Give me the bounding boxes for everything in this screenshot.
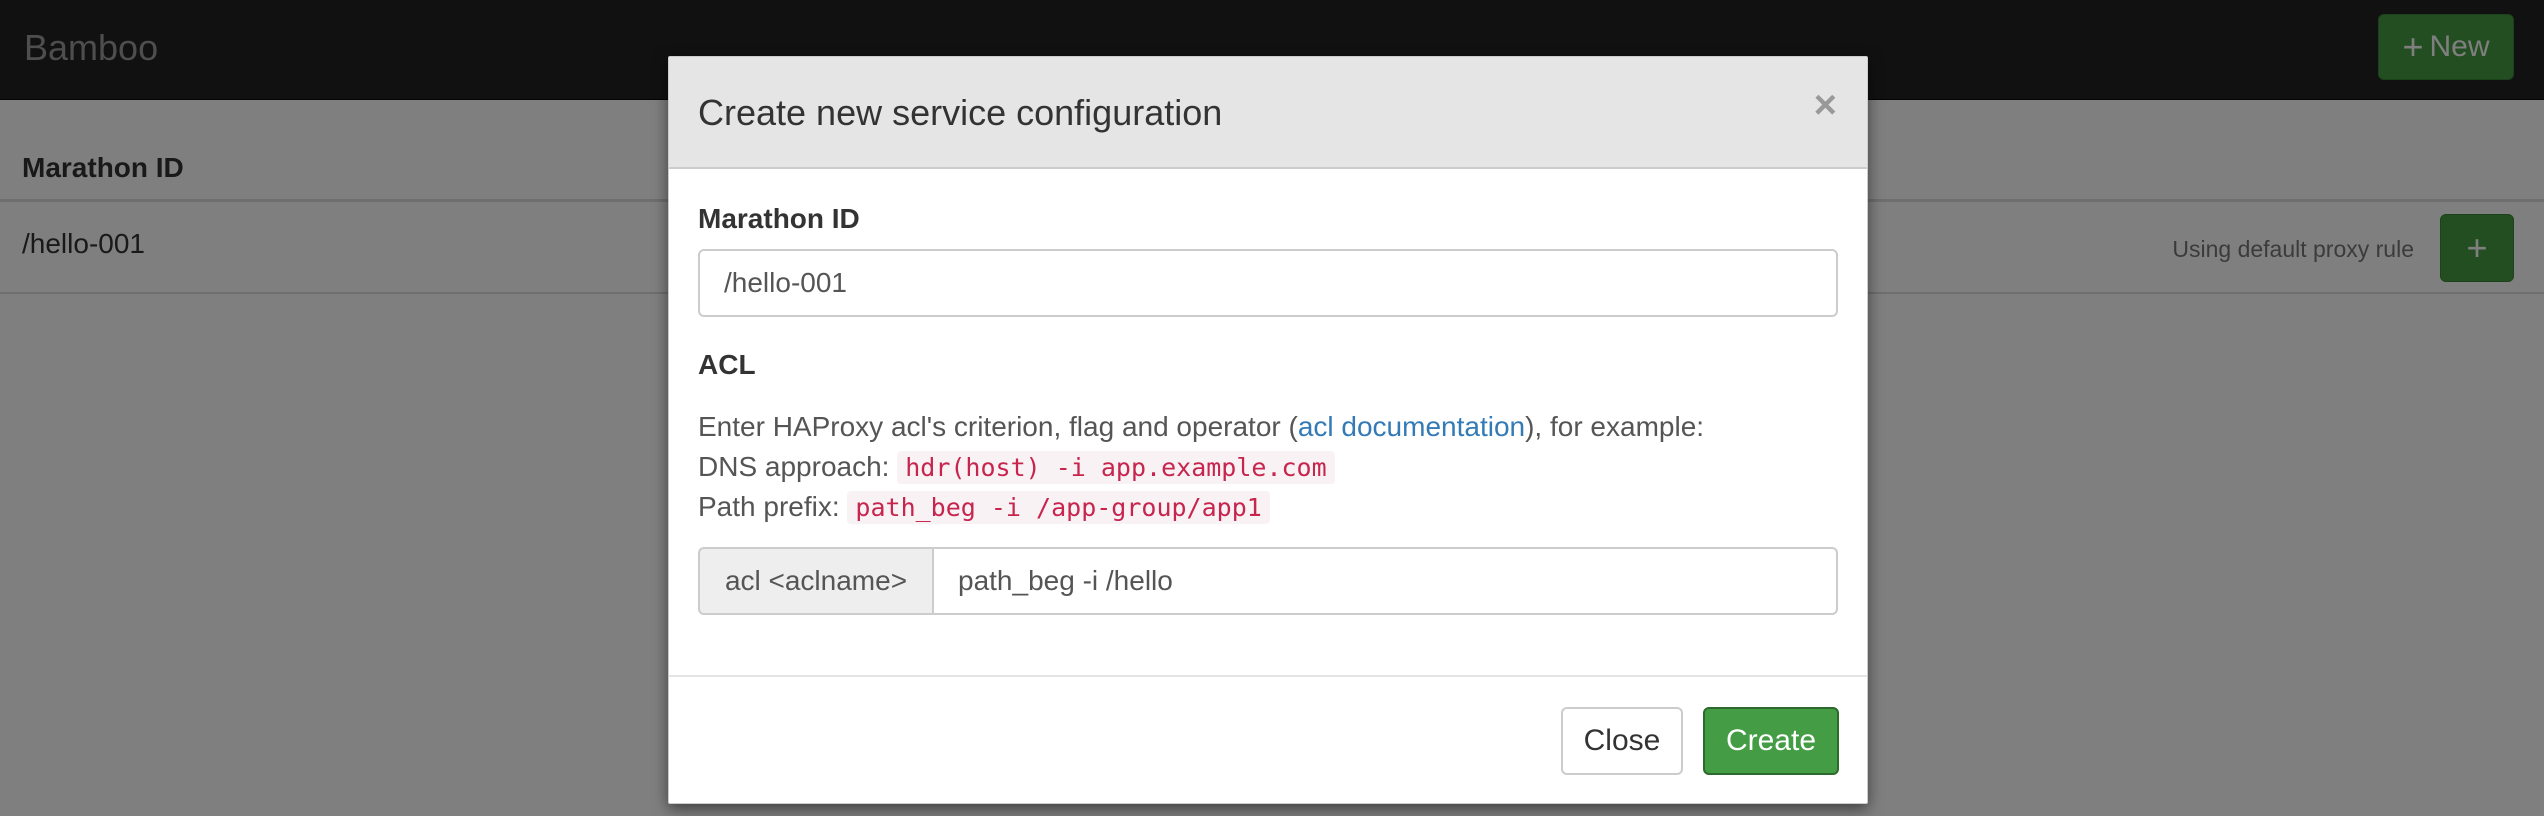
acl-help-intro-before: Enter HAProxy acl's criterion, flag and … — [698, 411, 1298, 442]
dns-example-code: hdr(host) -i app.example.com — [897, 451, 1335, 484]
modal-header: Create new service configuration × — [669, 57, 1867, 169]
path-example-code: path_beg -i /app-group/app1 — [847, 491, 1270, 524]
close-button[interactable]: Close — [1561, 707, 1683, 775]
acl-help-intro-after: ), for example: — [1525, 411, 1705, 442]
acl-help-dns: DNS approach: hdr(host) -i app.example.c… — [698, 447, 1335, 488]
acl-label: ACL — [698, 349, 756, 380]
modal-footer: Close Create — [669, 675, 1867, 803]
path-prefix-label: Path prefix: — [698, 491, 840, 522]
dns-approach-label: DNS approach: — [698, 451, 890, 482]
create-button[interactable]: Create — [1703, 707, 1839, 775]
modal-title: Create new service configuration — [698, 92, 1223, 133]
acl-help-path: Path prefix: path_beg -i /app-group/app1 — [698, 487, 1270, 528]
create-config-modal: Create new service configuration × Marat… — [668, 56, 1868, 804]
acl-name-addon: acl <aclname> — [698, 547, 934, 615]
acl-documentation-link[interactable]: acl documentation — [1298, 411, 1525, 442]
acl-input[interactable]: path_beg -i /hello — [934, 547, 1838, 615]
marathon-id-input[interactable]: /hello-001 — [698, 249, 1838, 317]
acl-help-intro: Enter HAProxy acl's criterion, flag and … — [698, 407, 1704, 447]
acl-input-group: acl <aclname> path_beg -i /hello — [698, 547, 1838, 615]
marathon-id-label: Marathon ID — [698, 203, 860, 234]
close-icon[interactable]: × — [1814, 83, 1837, 127]
